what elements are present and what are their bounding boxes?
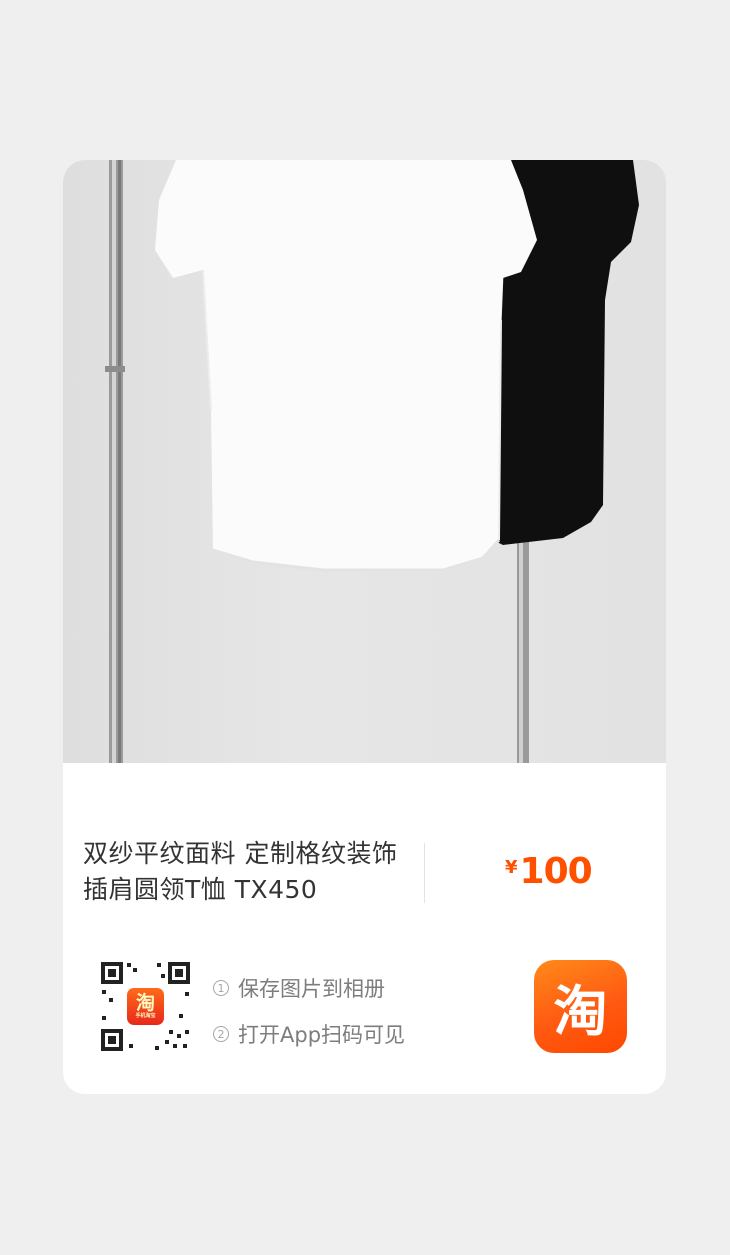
step-text-2: 打开App扫码可见 xyxy=(238,1023,406,1047)
qr-code[interactable]: 淘 手机淘宝 xyxy=(99,960,192,1053)
product-image[interactable] xyxy=(63,160,666,763)
taobao-icon-char: 淘 xyxy=(553,980,608,1043)
step-2: 2 打开App扫码可见 xyxy=(213,1011,405,1057)
product-title: 双纱平纹面料 定制格纹装饰 插肩圆领T恤 TX450 xyxy=(83,839,398,904)
step-text-1: 保存图片到相册 xyxy=(238,977,385,1001)
divider xyxy=(424,843,425,903)
currency-symbol: ¥ xyxy=(505,857,518,878)
qr-badge-caption: 手机淘宝 xyxy=(135,1013,156,1019)
taobao-app-icon[interactable]: 淘 xyxy=(534,960,627,1053)
product-photo-illustration xyxy=(105,160,639,763)
step-1: 1 保存图片到相册 xyxy=(213,965,405,1011)
step-number-2: 2 xyxy=(213,1026,229,1042)
price-value: 100 xyxy=(519,851,593,892)
step-number-1: 1 xyxy=(213,980,229,996)
scan-instructions: 1 保存图片到相册 2 打开App扫码可见 xyxy=(213,965,405,1057)
product-price: ¥100 xyxy=(505,851,593,892)
qr-app-badge: 淘 手机淘宝 xyxy=(127,988,164,1025)
qr-badge-char: 淘 xyxy=(135,992,155,1014)
share-card: 双纱平纹面料 定制格纹装饰 插肩圆领T恤 TX450 ¥100 淘 手机淘宝 1… xyxy=(63,160,666,1094)
